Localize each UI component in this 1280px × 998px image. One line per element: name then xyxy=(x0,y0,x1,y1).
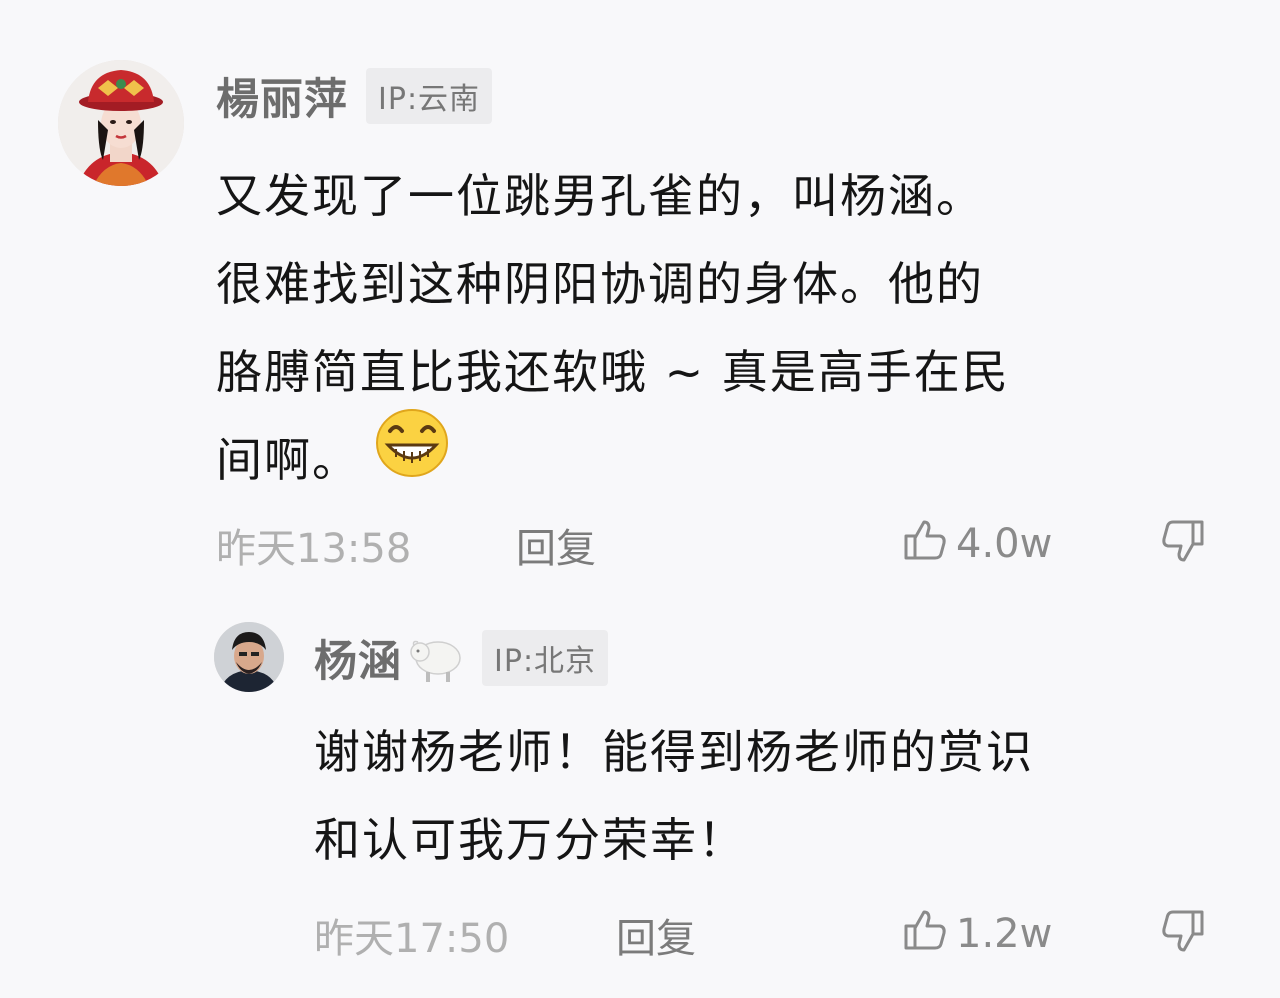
comment-line-text: 间啊。 xyxy=(216,433,360,487)
thumb-down-icon[interactable] xyxy=(1160,908,1206,966)
reply-button[interactable]: 回复 xyxy=(616,906,696,964)
comment-line: 很难找到这种阴阳协调的身体。他的 xyxy=(216,257,984,311)
timestamp: 昨天17:50 xyxy=(314,916,510,962)
avatar[interactable] xyxy=(214,622,284,692)
comment-line: 胳膊简直比我还软哦 ~ 真是高手在民 xyxy=(216,345,1010,399)
comment-text: 谢谢杨老师！能得到杨老师的赏识 和认可我万分荣幸！ xyxy=(314,708,1034,884)
timestamp: 昨天13:58 xyxy=(216,526,412,572)
ip-location-badge: IP:北京 xyxy=(482,630,609,686)
like-count: 4.0w xyxy=(956,521,1053,567)
username[interactable]: 杨涵 xyxy=(314,627,402,689)
comment-text: 又发现了一位跳男孔雀的，叫杨涵。 很难找到这种阴阳协调的身体。他的 胳膊简直比我… xyxy=(216,152,1010,507)
like-button[interactable]: 4.0w xyxy=(902,516,1052,572)
thumb-up-icon xyxy=(902,516,956,572)
comment-line: 和认可我万分荣幸！ xyxy=(314,813,746,867)
thumb-up-icon xyxy=(902,906,956,962)
comment-meta: 昨天17:50 回复 1.2w xyxy=(314,906,1226,962)
comment-meta: 昨天13:58 回复 4.0w xyxy=(216,516,1226,572)
comment-line: 又发现了一位跳男孔雀的，叫杨涵。 xyxy=(216,169,984,223)
like-count: 1.2w xyxy=(956,911,1053,957)
thumb-down-icon[interactable] xyxy=(1160,518,1206,576)
username[interactable]: 楊丽萍 xyxy=(216,65,348,127)
sheep-icon xyxy=(406,630,466,686)
like-button[interactable]: 1.2w xyxy=(902,906,1052,962)
comment-line: 谢谢杨老师！能得到杨老师的赏识 xyxy=(314,725,1034,779)
avatar[interactable] xyxy=(58,60,184,186)
comment-line: 间啊。 xyxy=(216,408,1010,507)
grinning-face-emoji xyxy=(374,407,450,507)
ip-location-badge: IP:云南 xyxy=(366,68,493,124)
reply-button[interactable]: 回复 xyxy=(516,516,596,574)
